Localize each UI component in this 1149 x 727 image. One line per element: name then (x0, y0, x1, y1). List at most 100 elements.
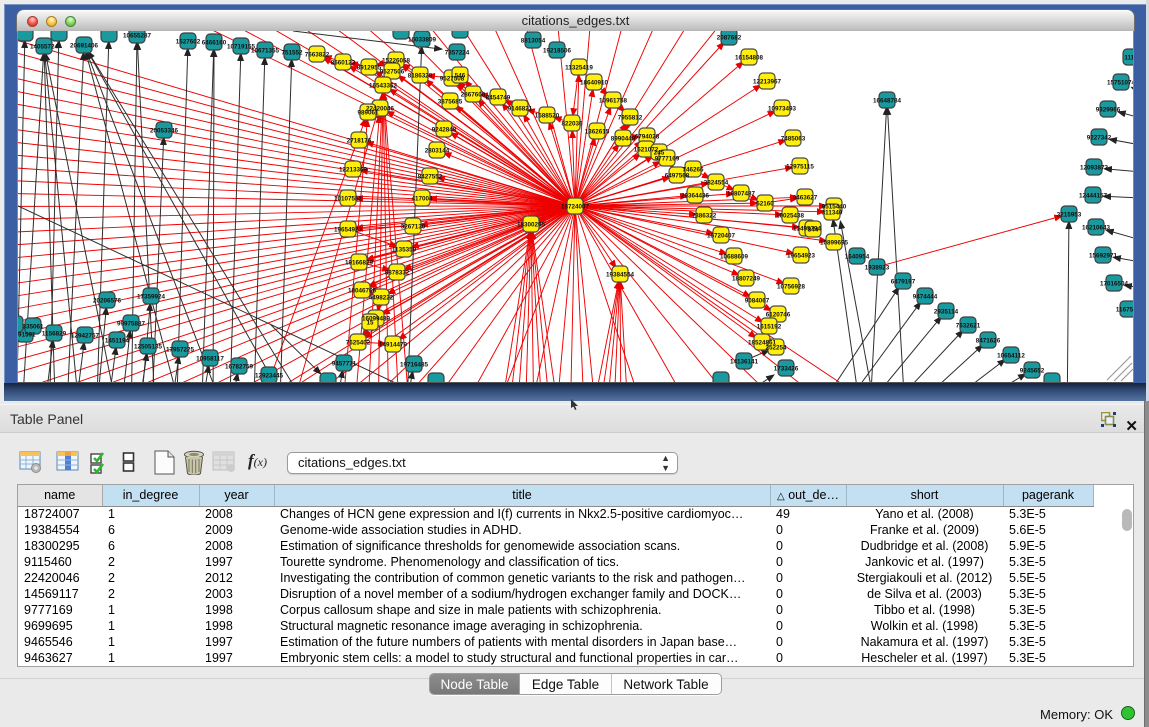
svg-text:12213967: 12213967 (753, 79, 782, 86)
svg-text:2718176: 2718176 (347, 138, 372, 145)
svg-text:9329966: 9329966 (1096, 107, 1121, 114)
svg-text:252254: 252254 (765, 345, 787, 352)
svg-text:2935114: 2935114 (934, 309, 959, 316)
svg-text:3875685: 3875685 (438, 99, 463, 106)
svg-text:546: 546 (455, 73, 466, 80)
svg-text:10688609: 10688609 (720, 254, 749, 261)
svg-text:12213369: 12213369 (339, 167, 368, 174)
svg-text:9474444: 9474444 (913, 294, 938, 301)
svg-text:12093872: 12093872 (1080, 165, 1109, 172)
svg-text:311340: 311340 (822, 210, 843, 217)
svg-text:8660123: 8660123 (331, 60, 356, 67)
svg-text:2087682: 2087682 (717, 35, 742, 42)
svg-text:9227342: 9227342 (1087, 135, 1112, 142)
svg-text:1527602: 1527602 (176, 39, 201, 46)
svg-text:1135359: 1135359 (392, 247, 417, 254)
svg-text:9457771: 9457771 (332, 361, 357, 368)
svg-text:15226058: 15226058 (382, 58, 411, 65)
svg-text:7386322: 7386322 (692, 213, 717, 220)
svg-text:17016504: 17016504 (1100, 281, 1129, 288)
svg-text:6466160: 6466160 (202, 40, 227, 47)
svg-text:14136141: 14136141 (730, 359, 759, 366)
svg-text:15: 15 (366, 320, 374, 327)
svg-text:10654112: 10654112 (997, 353, 1025, 360)
svg-text:16782759: 16782759 (225, 364, 254, 371)
svg-text:1167533: 1167533 (1116, 307, 1134, 314)
svg-text:7955812: 7955812 (618, 115, 643, 122)
svg-text:12942757: 12942757 (71, 333, 100, 340)
svg-text:15720407: 15720407 (707, 233, 736, 240)
svg-text:9777169: 9777169 (655, 156, 680, 163)
svg-text:10671355: 10671355 (251, 48, 280, 55)
svg-text:16033809: 16033809 (408, 37, 437, 44)
svg-text:14055724: 14055724 (30, 44, 59, 51)
svg-text:62160: 62160 (756, 201, 774, 208)
svg-text:17359924: 17359924 (137, 294, 166, 301)
svg-text:10756928: 10756928 (777, 284, 806, 291)
svg-text:20364436: 20364436 (681, 193, 710, 200)
svg-text:16154808: 16154808 (735, 55, 764, 62)
svg-text:417004: 417004 (411, 196, 433, 203)
svg-text:391591: 391591 (18, 332, 36, 339)
svg-text:8471626: 8471626 (976, 338, 1001, 345)
svg-text:335061: 335061 (22, 324, 44, 331)
svg-text:12975115: 12975115 (786, 164, 814, 171)
svg-text:8427552: 8427552 (418, 174, 443, 181)
svg-text:7625402: 7625402 (346, 340, 371, 347)
svg-text:20691406: 20691406 (70, 43, 99, 50)
svg-text:19166829: 19166829 (345, 260, 374, 267)
svg-text:16648784: 16648784 (873, 98, 902, 105)
svg-text:14914479: 14914479 (379, 342, 408, 349)
svg-text:822036: 822036 (561, 121, 583, 128)
svg-text:751552: 751552 (281, 50, 303, 57)
svg-text:9245652: 9245652 (1020, 368, 1045, 375)
svg-text:10107552: 10107552 (334, 196, 363, 203)
svg-text:12505135: 12505135 (134, 344, 163, 351)
svg-text:1588520: 1588520 (535, 113, 560, 120)
svg-text:18807249: 18807249 (732, 276, 761, 283)
svg-text:99975887: 99975887 (117, 321, 146, 328)
svg-text:18300295: 18300295 (517, 222, 546, 229)
svg-text:9463627: 9463627 (793, 195, 818, 202)
svg-text:6497568: 6497568 (665, 173, 690, 180)
svg-text:17957225: 17957225 (166, 347, 195, 354)
svg-text:9527506: 9527506 (380, 69, 405, 76)
svg-text:9084067: 9084067 (745, 298, 770, 305)
svg-text:8878332: 8878332 (385, 270, 410, 277)
svg-text:1112: 1112 (1124, 55, 1134, 62)
svg-text:6794028: 6794028 (635, 134, 660, 141)
svg-text:16543362: 16543362 (369, 83, 398, 90)
svg-text:10025438: 10025438 (776, 213, 805, 220)
svg-text:7663822: 7663822 (305, 52, 330, 59)
svg-text:7632621: 7632621 (956, 323, 981, 330)
svg-text:1615192: 1615192 (757, 324, 782, 331)
svg-text:15692971: 15692971 (1089, 253, 1118, 260)
svg-text:3215953: 3215953 (1057, 212, 1082, 219)
svg-text:11325419: 11325419 (565, 65, 593, 72)
svg-text:3824554: 3824554 (704, 180, 729, 187)
svg-text:18724007: 18724007 (561, 204, 590, 211)
svg-text:1362615: 1362615 (585, 129, 610, 136)
svg-text:10958117: 10958117 (196, 356, 224, 363)
svg-text:2867608: 2867608 (461, 92, 486, 99)
svg-text:2803144: 2803144 (425, 148, 450, 155)
svg-text:8186328: 8186328 (408, 73, 433, 80)
svg-text:18640910: 18640910 (580, 80, 609, 87)
svg-text:8454749: 8454749 (486, 95, 511, 102)
svg-text:15751074: 15751074 (1107, 80, 1134, 87)
svg-text:3267130: 3267130 (401, 224, 426, 231)
svg-text:7357224: 7357224 (445, 50, 470, 57)
svg-text:10961758: 10961758 (599, 98, 628, 105)
svg-text:19716485: 19716485 (400, 362, 429, 369)
svg-text:7485063: 7485063 (781, 136, 806, 143)
svg-text:10807487: 10807487 (727, 191, 756, 198)
svg-text:16210643: 16210643 (1082, 225, 1111, 232)
svg-text:20053346: 20053346 (150, 128, 179, 135)
svg-text:8912955: 8912955 (357, 65, 382, 72)
svg-text:9242848: 9242848 (432, 127, 457, 134)
svg-text:19654923: 19654923 (787, 253, 816, 260)
svg-text:989061: 989061 (357, 110, 379, 117)
svg-text:6479197: 6479197 (891, 279, 916, 286)
svg-text:10899695: 10899695 (820, 240, 849, 247)
svg-text:8990448: 8990448 (611, 136, 636, 143)
